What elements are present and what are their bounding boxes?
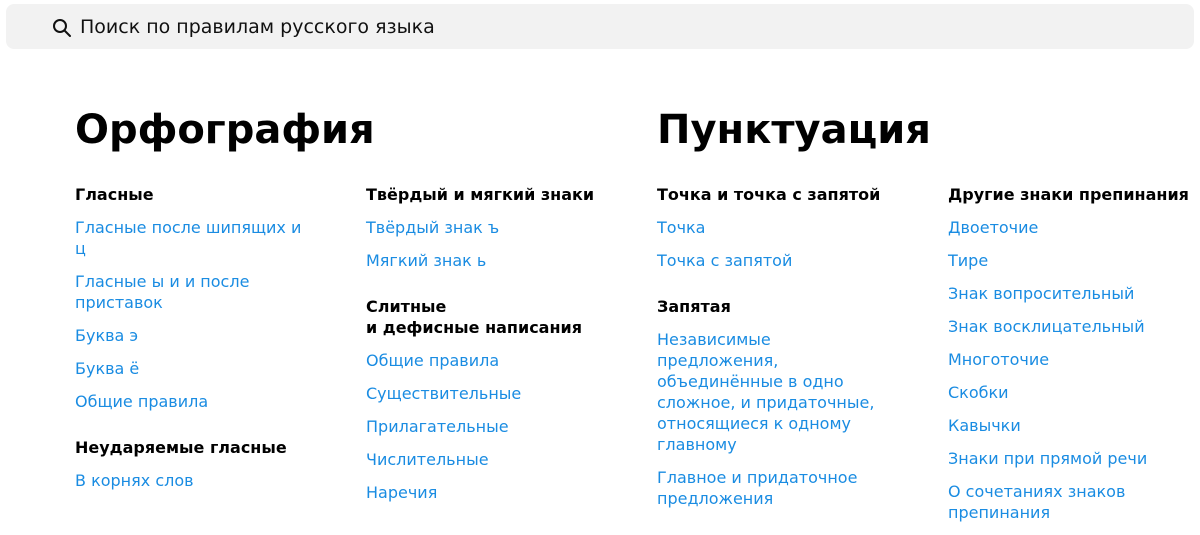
orthography-column-2: Твёрдый и мягкий знаки Твёрдый знак ъ Мягк… [366, 184, 606, 515]
rule-list-item: Кавычки [948, 415, 1188, 436]
rule-group: Твёрдый и мягкий знаки Твёрдый знак ъ Мягк… [366, 184, 606, 271]
rule-link[interactable]: Точка [657, 217, 705, 238]
rule-link[interactable]: Гласные ы и и после приставок [75, 271, 315, 313]
rule-group-title-line: Гласные [75, 185, 154, 204]
rule-list-item: Независимые предложения, объединённые в … [657, 329, 897, 455]
rule-list-item: О сочетаниях знаков препинания [948, 481, 1188, 523]
rule-link[interactable]: Наречия [366, 482, 437, 503]
rule-list-item: Знаки при прямой речи [948, 448, 1188, 469]
rule-list-item: Гласные после шипящих и ц [75, 217, 315, 259]
rule-group-title-line: Твёрдый и мягкий знаки [366, 185, 595, 204]
rule-link[interactable]: Знак вопросительный [948, 283, 1134, 304]
rule-link[interactable]: Двоеточие [948, 217, 1038, 238]
rule-link-list: Двоеточие Тире Знак вопросительный Знак вос… [948, 217, 1188, 523]
punctuation-column-1: Точка и точка с запятой Точка Точка с запя… [657, 184, 897, 521]
rule-link-list: Общие правила Существительные Прилагательн… [366, 350, 606, 503]
rule-list-item: Числительные [366, 449, 606, 470]
rule-list-item: Точка с запятой [657, 250, 897, 271]
rule-link[interactable]: Главное и придаточное предложения [657, 467, 897, 509]
rule-link[interactable]: Буква э [75, 325, 138, 346]
rule-link[interactable]: Тире [948, 250, 988, 271]
rule-list-item: Общие правила [366, 350, 606, 371]
rule-list-item: Твёрдый знак ъ [366, 217, 606, 238]
rule-link[interactable]: Знаки при прямой речи [948, 448, 1147, 469]
rule-link-list: Гласные после шипящих и ц Гласные ы и и п… [75, 217, 315, 412]
rule-list-item: Прилагательные [366, 416, 606, 437]
rule-link-list: Независимые предложения, объединённые в … [657, 329, 897, 509]
rule-link[interactable]: Прилагательные [366, 416, 509, 437]
rule-group: Слитные и дефисные написания Общие правила… [366, 296, 606, 503]
section-title-orthography: Орфография [75, 107, 375, 153]
rule-group: Точка и точка с запятой Точка Точка с запя… [657, 184, 897, 271]
rule-link[interactable]: Общие правила [75, 391, 208, 412]
rule-group: Другие знаки препинания Двоеточие Тире Знак… [948, 184, 1189, 523]
rule-link[interactable]: Многоточие [948, 349, 1049, 370]
rule-link[interactable]: Знак восклицательный [948, 316, 1145, 337]
rule-list-item: Тире [948, 250, 1188, 271]
rule-link[interactable]: Общие правила [366, 350, 499, 371]
rule-link[interactable]: Кавычки [948, 415, 1021, 436]
rule-group-title: Твёрдый и мягкий знаки [366, 184, 606, 205]
rule-group-title: Запятая [657, 296, 897, 317]
rule-link[interactable]: О сочетаниях знаков препинания [948, 481, 1188, 523]
rule-group-title: Неударяемые гласные [75, 437, 315, 458]
rule-list-item: Многоточие [948, 349, 1188, 370]
rule-link[interactable]: Скобки [948, 382, 1009, 403]
rule-link[interactable]: Гласные после шипящих и ц [75, 217, 315, 259]
rule-link[interactable]: Существительные [366, 383, 521, 404]
rule-group-title: Другие знаки препинания [948, 184, 1189, 205]
section-title-punctuation: Пунктуация [657, 107, 931, 153]
rule-group-title-line: и дефисные написания [366, 318, 583, 337]
rule-list-item: Мягкий знак ь [366, 250, 606, 271]
rule-group-title-line: Неударяемые гласные [75, 438, 287, 457]
rule-group-title-line: Запятая [657, 297, 731, 316]
rule-group-title-line: Другие знаки препинания [948, 185, 1189, 204]
rule-link[interactable]: Мягкий знак ь [366, 250, 486, 271]
rule-group-title-line: Точка и точка с запятой [657, 185, 881, 204]
rule-group-title: Точка и точка с запятой [657, 184, 897, 205]
rule-link[interactable]: Независимые предложения, объединённые в … [657, 329, 897, 455]
rule-group-title: Гласные [75, 184, 315, 205]
punctuation-column-2: Другие знаки препинания Двоеточие Тире Знак… [948, 184, 1189, 535]
rule-list-item: Гласные ы и и после приставок [75, 271, 315, 313]
rule-list-item: Знак вопросительный [948, 283, 1188, 304]
rule-group: Гласные Гласные после шипящих и ц Гласные … [75, 184, 315, 412]
rule-list-item: Скобки [948, 382, 1188, 403]
rule-list-item: Знак восклицательный [948, 316, 1188, 337]
rule-link[interactable]: В корнях слов [75, 470, 194, 491]
rule-link[interactable]: Твёрдый знак ъ [366, 217, 499, 238]
rule-link[interactable]: Числительные [366, 449, 489, 470]
rule-list-item: Главное и придаточное предложения [657, 467, 897, 509]
rule-list-item: Общие правила [75, 391, 315, 412]
rule-list-item: Буква э [75, 325, 315, 346]
rule-group: Запятая Независимые предложения, объединё… [657, 296, 897, 509]
rule-link-list: Точка Точка с запятой [657, 217, 897, 271]
rule-link[interactable]: Буква ё [75, 358, 139, 379]
rule-list-item: Точка [657, 217, 897, 238]
rule-list-item: В корнях слов [75, 470, 315, 491]
rule-group: Неударяемые гласные В корнях слов [75, 437, 315, 491]
rule-list-item: Наречия [366, 482, 606, 503]
rule-list-item: Буква ё [75, 358, 315, 379]
rule-link-list: Твёрдый знак ъ Мягкий знак ь [366, 217, 606, 271]
rule-list-item: Существительные [366, 383, 606, 404]
search-input[interactable] [80, 4, 780, 49]
search-bar[interactable] [6, 4, 1194, 49]
rule-link[interactable]: Точка с запятой [657, 250, 792, 271]
search-icon [53, 19, 71, 37]
rule-group-title-line: Слитные [366, 297, 447, 316]
rule-link-list: В корнях слов [75, 470, 315, 491]
rule-group-title: Слитные и дефисные написания [366, 296, 606, 338]
rule-list-item: Двоеточие [948, 217, 1188, 238]
orthography-column-1: Гласные Гласные после шипящих и ц Гласные … [75, 184, 315, 503]
